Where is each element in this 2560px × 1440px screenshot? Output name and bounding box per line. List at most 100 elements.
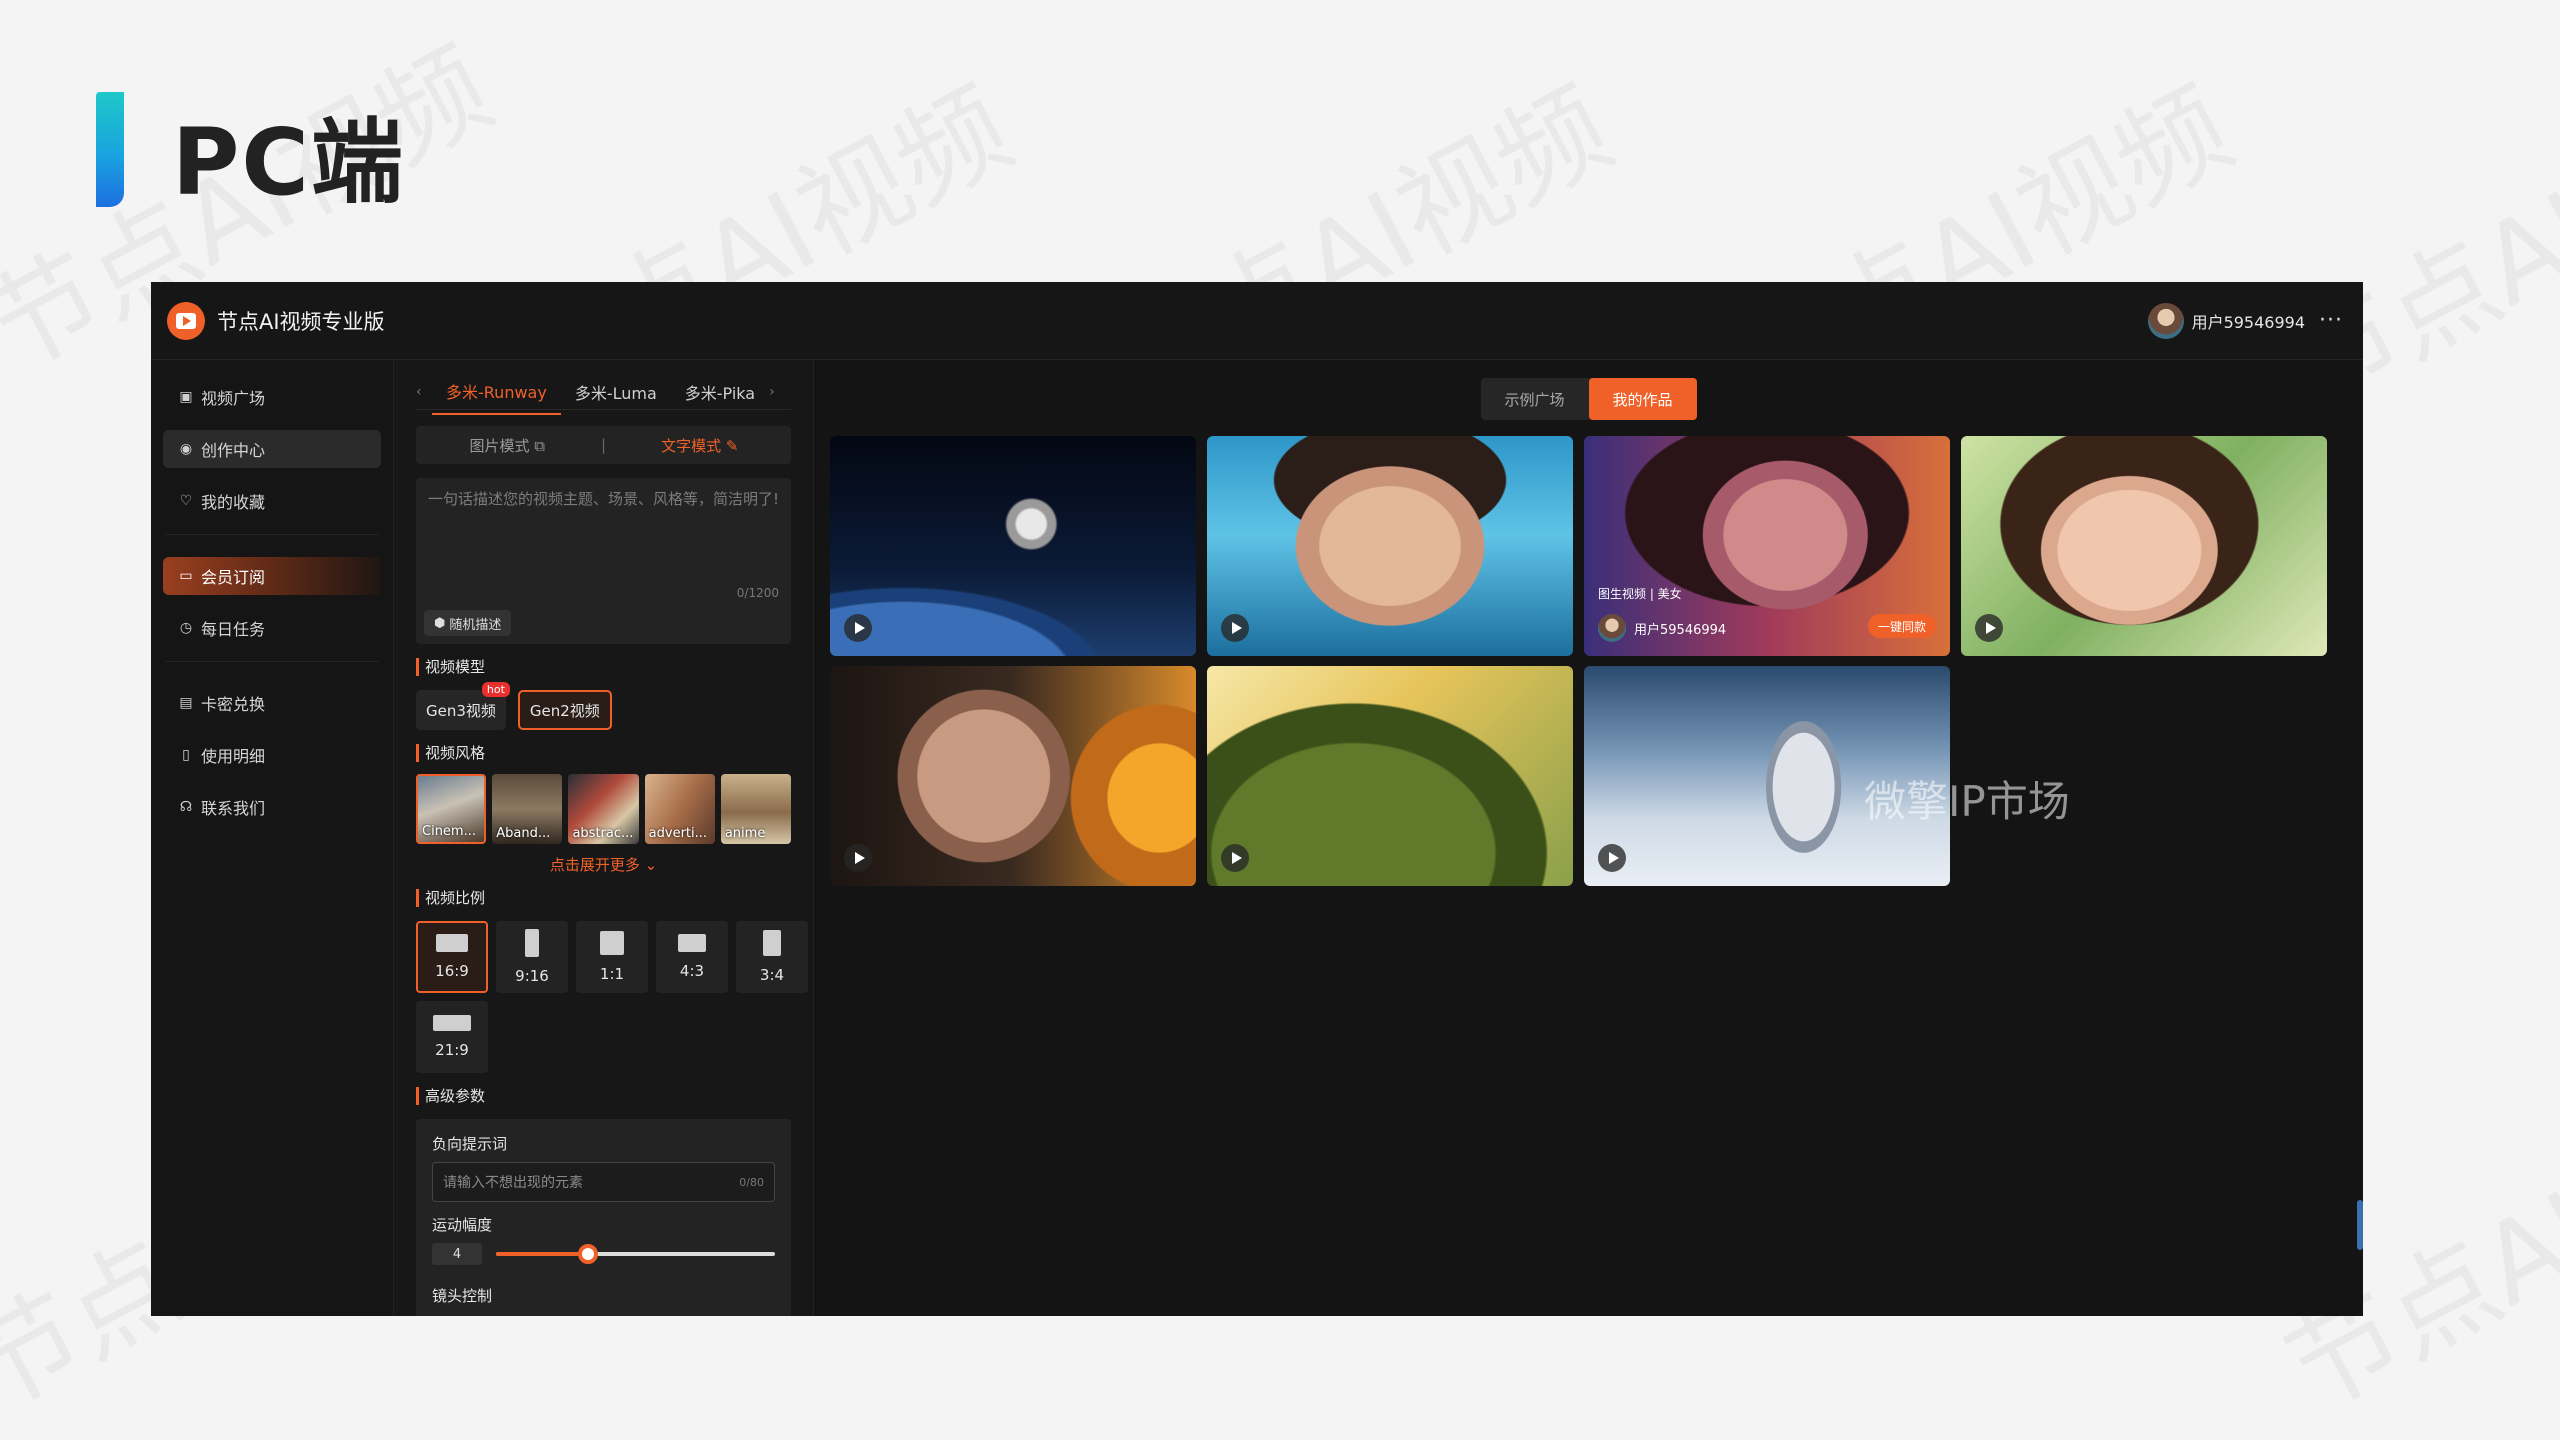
style-abandoned[interactable]: Aband... xyxy=(492,774,563,844)
expand-more-button[interactable]: 点击展开更多 ⌄ xyxy=(416,854,791,875)
card-icon: ▤ xyxy=(179,695,193,711)
sidebar-item-label: 联系我们 xyxy=(201,799,266,818)
prompt-char-count: 0/1200 xyxy=(736,586,779,600)
negative-prompt-label: 负向提示词 xyxy=(432,1135,508,1153)
clock-icon: ◷ xyxy=(179,620,193,636)
motion-amplitude-label: 运动幅度 xyxy=(432,1216,493,1234)
tab-luma[interactable]: 多米-Luma xyxy=(561,380,671,414)
sidebar-item-card-redeem[interactable]: ▤ 卡密兑换 xyxy=(163,684,381,722)
sidebar-item-daily-tasks[interactable]: ◷ 每日任务 xyxy=(163,609,381,647)
sidebar-nav: ▣ 视频广场 ◉ 创作中心 ♡ 我的收藏 ▭ 会员订阅 ◷ 每日任务 ▤ 卡密兑… xyxy=(151,360,394,1316)
play-icon[interactable] xyxy=(1221,844,1249,872)
style-anime[interactable]: anime xyxy=(720,774,792,844)
video-card-astronaut-earth[interactable] xyxy=(830,436,1196,656)
sidebar-item-label: 视频广场 xyxy=(201,389,266,408)
scrollbar-handle[interactable] xyxy=(2357,1200,2363,1250)
sidebar-item-label: 会员订阅 xyxy=(201,568,266,587)
ratio-9-16[interactable]: 9:16 xyxy=(496,921,568,993)
sidebar-item-vip-subscription[interactable]: ▭ 会员订阅 xyxy=(163,557,381,595)
video-card-watermelon[interactable] xyxy=(1207,666,1573,886)
gallery-main: 示例广场 我的作品 图生视频 | 美女 用户59546994 一键同款 微擎IP… xyxy=(814,360,2363,1316)
style-advertising[interactable]: adverti... xyxy=(644,774,715,844)
tab-runway[interactable]: 多米-Runway xyxy=(432,379,561,415)
style-cinematic[interactable]: Cinem... xyxy=(416,774,487,844)
ratio-shape-icon xyxy=(436,934,468,952)
video-card-astronaut-snow[interactable] xyxy=(1584,666,1950,886)
sidebar-divider xyxy=(165,661,379,662)
video-ratio-label: 视频比例 xyxy=(416,889,791,907)
hot-badge: hot xyxy=(481,682,510,697)
random-description-button[interactable]: ⬢ 随机描述 xyxy=(424,610,512,636)
more-menu-icon[interactable]: ··· xyxy=(2319,308,2343,333)
chevron-down-icon: ⌄ xyxy=(644,856,658,874)
play-icon[interactable] xyxy=(1221,614,1249,642)
tab-my-works[interactable]: 我的作品 xyxy=(1588,378,1697,420)
advanced-params-box: 负向提示词 请输入不想出现的元素 0/80 运动幅度 4 镜头控制 xyxy=(416,1119,791,1316)
headset-icon: ☊ xyxy=(179,799,193,815)
ratio-16-9[interactable]: 16:9 xyxy=(416,921,488,993)
user-avatar[interactable] xyxy=(2147,302,2184,339)
negative-prompt-input[interactable]: 请输入不想出现的元素 0/80 xyxy=(432,1162,775,1202)
motion-slider-handle[interactable] xyxy=(578,1244,599,1264)
motion-value[interactable]: 4 xyxy=(432,1243,482,1265)
chevron-left-icon[interactable]: ‹ xyxy=(416,384,432,400)
video-style-options: Cinem... Aband... abstrac... adverti... … xyxy=(416,774,792,844)
app-logo-icon[interactable] xyxy=(167,301,205,340)
creation-settings-panel: ‹ 多米-Runway 多米-Luma 多米-Pika › 图片模式 ⧉ | 文… xyxy=(394,360,814,1316)
app-window: 节点AI视频专业版 用户59546994 ··· ▣ 视频广场 ◉ 创作中心 ♡… xyxy=(151,282,2363,1316)
cube-icon: ⬢ xyxy=(434,615,446,631)
prompt-textarea[interactable]: 一句话描述您的视频主题、场景、风格等，简洁明了! 0/1200 ⬢ 随机描述 xyxy=(416,478,791,644)
ratio-3-4[interactable]: 3:4 xyxy=(736,921,808,993)
sidebar-divider xyxy=(165,534,379,535)
one-click-same-button[interactable]: 一键同款 xyxy=(1867,614,1936,638)
play-icon[interactable] xyxy=(1975,614,2003,642)
image-icon: ▣ xyxy=(179,389,193,405)
video-model-options: Gen3视频 hot Gen2视频 xyxy=(416,682,791,730)
heart-icon: ♡ xyxy=(179,493,193,509)
play-icon[interactable] xyxy=(1598,844,1626,872)
tab-pika[interactable]: 多米-Pika xyxy=(671,380,769,414)
ratio-1-1[interactable]: 1:1 xyxy=(576,921,648,993)
play-icon[interactable] xyxy=(844,614,872,642)
motion-slider[interactable] xyxy=(496,1244,775,1264)
sidebar-item-favorites[interactable]: ♡ 我的收藏 xyxy=(163,482,381,520)
sidebar-item-label: 每日任务 xyxy=(201,620,266,639)
ratio-shape-icon xyxy=(433,1015,471,1031)
image-mode-button[interactable]: 图片模式 ⧉ xyxy=(416,435,599,456)
gen3-model-button[interactable]: Gen3视频 hot xyxy=(416,682,510,730)
motion-slider-row: 4 xyxy=(432,1243,775,1265)
sidebar-item-label: 我的收藏 xyxy=(201,493,266,512)
sidebar-item-contact-us[interactable]: ☊ 联系我们 xyxy=(163,788,381,826)
card-author: 用户59546994 xyxy=(1598,614,1726,642)
sidebar-item-usage-details[interactable]: ▯ 使用明细 xyxy=(163,736,381,774)
gallery-tabs: 示例广场 我的作品 xyxy=(1480,378,1697,420)
username[interactable]: 用户59546994 xyxy=(2192,309,2305,333)
ratio-shape-icon xyxy=(678,934,706,952)
play-icon[interactable] xyxy=(844,844,872,872)
chevron-right-icon[interactable]: › xyxy=(769,384,785,400)
tab-example-square[interactable]: 示例广场 xyxy=(1481,378,1589,420)
video-model-label: 视频模型 xyxy=(416,658,791,676)
gen2-model-button[interactable]: Gen2视频 xyxy=(517,690,612,730)
video-card-woman-neon[interactable]: 图生视频 | 美女 用户59546994 一键同款 xyxy=(1584,436,1950,656)
sidebar-item-creation-center[interactable]: ◉ 创作中心 xyxy=(163,430,381,468)
sidebar-item-label: 卡密兑换 xyxy=(201,695,266,714)
video-grid: 图生视频 | 美女 用户59546994 一键同款 xyxy=(830,436,2347,886)
app-topbar: 节点AI视频专业版 用户59546994 ··· xyxy=(151,282,2363,360)
video-card-woman-paint[interactable] xyxy=(830,666,1196,886)
style-abstract[interactable]: abstrac... xyxy=(568,774,639,844)
sidebar-item-video-square[interactable]: ▣ 视频广场 xyxy=(163,378,381,416)
prompt-placeholder: 一句话描述您的视频主题、场景、风格等，简洁明了! xyxy=(428,490,780,508)
text-mode-button[interactable]: 文字模式 ✎ xyxy=(609,435,792,456)
ratio-4-3[interactable]: 4:3 xyxy=(656,921,728,993)
ratio-shape-icon xyxy=(600,931,624,955)
camera-control-label: 镜头控制 xyxy=(432,1287,493,1305)
card-meta-text: 图生视频 | 美女 xyxy=(1598,587,1682,601)
image-mode-icon: ⧉ xyxy=(534,436,545,455)
advanced-params-label: 高级参数 xyxy=(416,1087,791,1105)
ratio-21-9[interactable]: 21:9 xyxy=(416,1001,488,1073)
app-title[interactable]: 节点AI视频专业版 xyxy=(217,306,385,336)
vip-folder-icon: ▭ xyxy=(179,568,193,584)
video-card-girl-portrait[interactable] xyxy=(1961,436,2327,656)
video-card-girl-underwater[interactable] xyxy=(1207,436,1573,656)
